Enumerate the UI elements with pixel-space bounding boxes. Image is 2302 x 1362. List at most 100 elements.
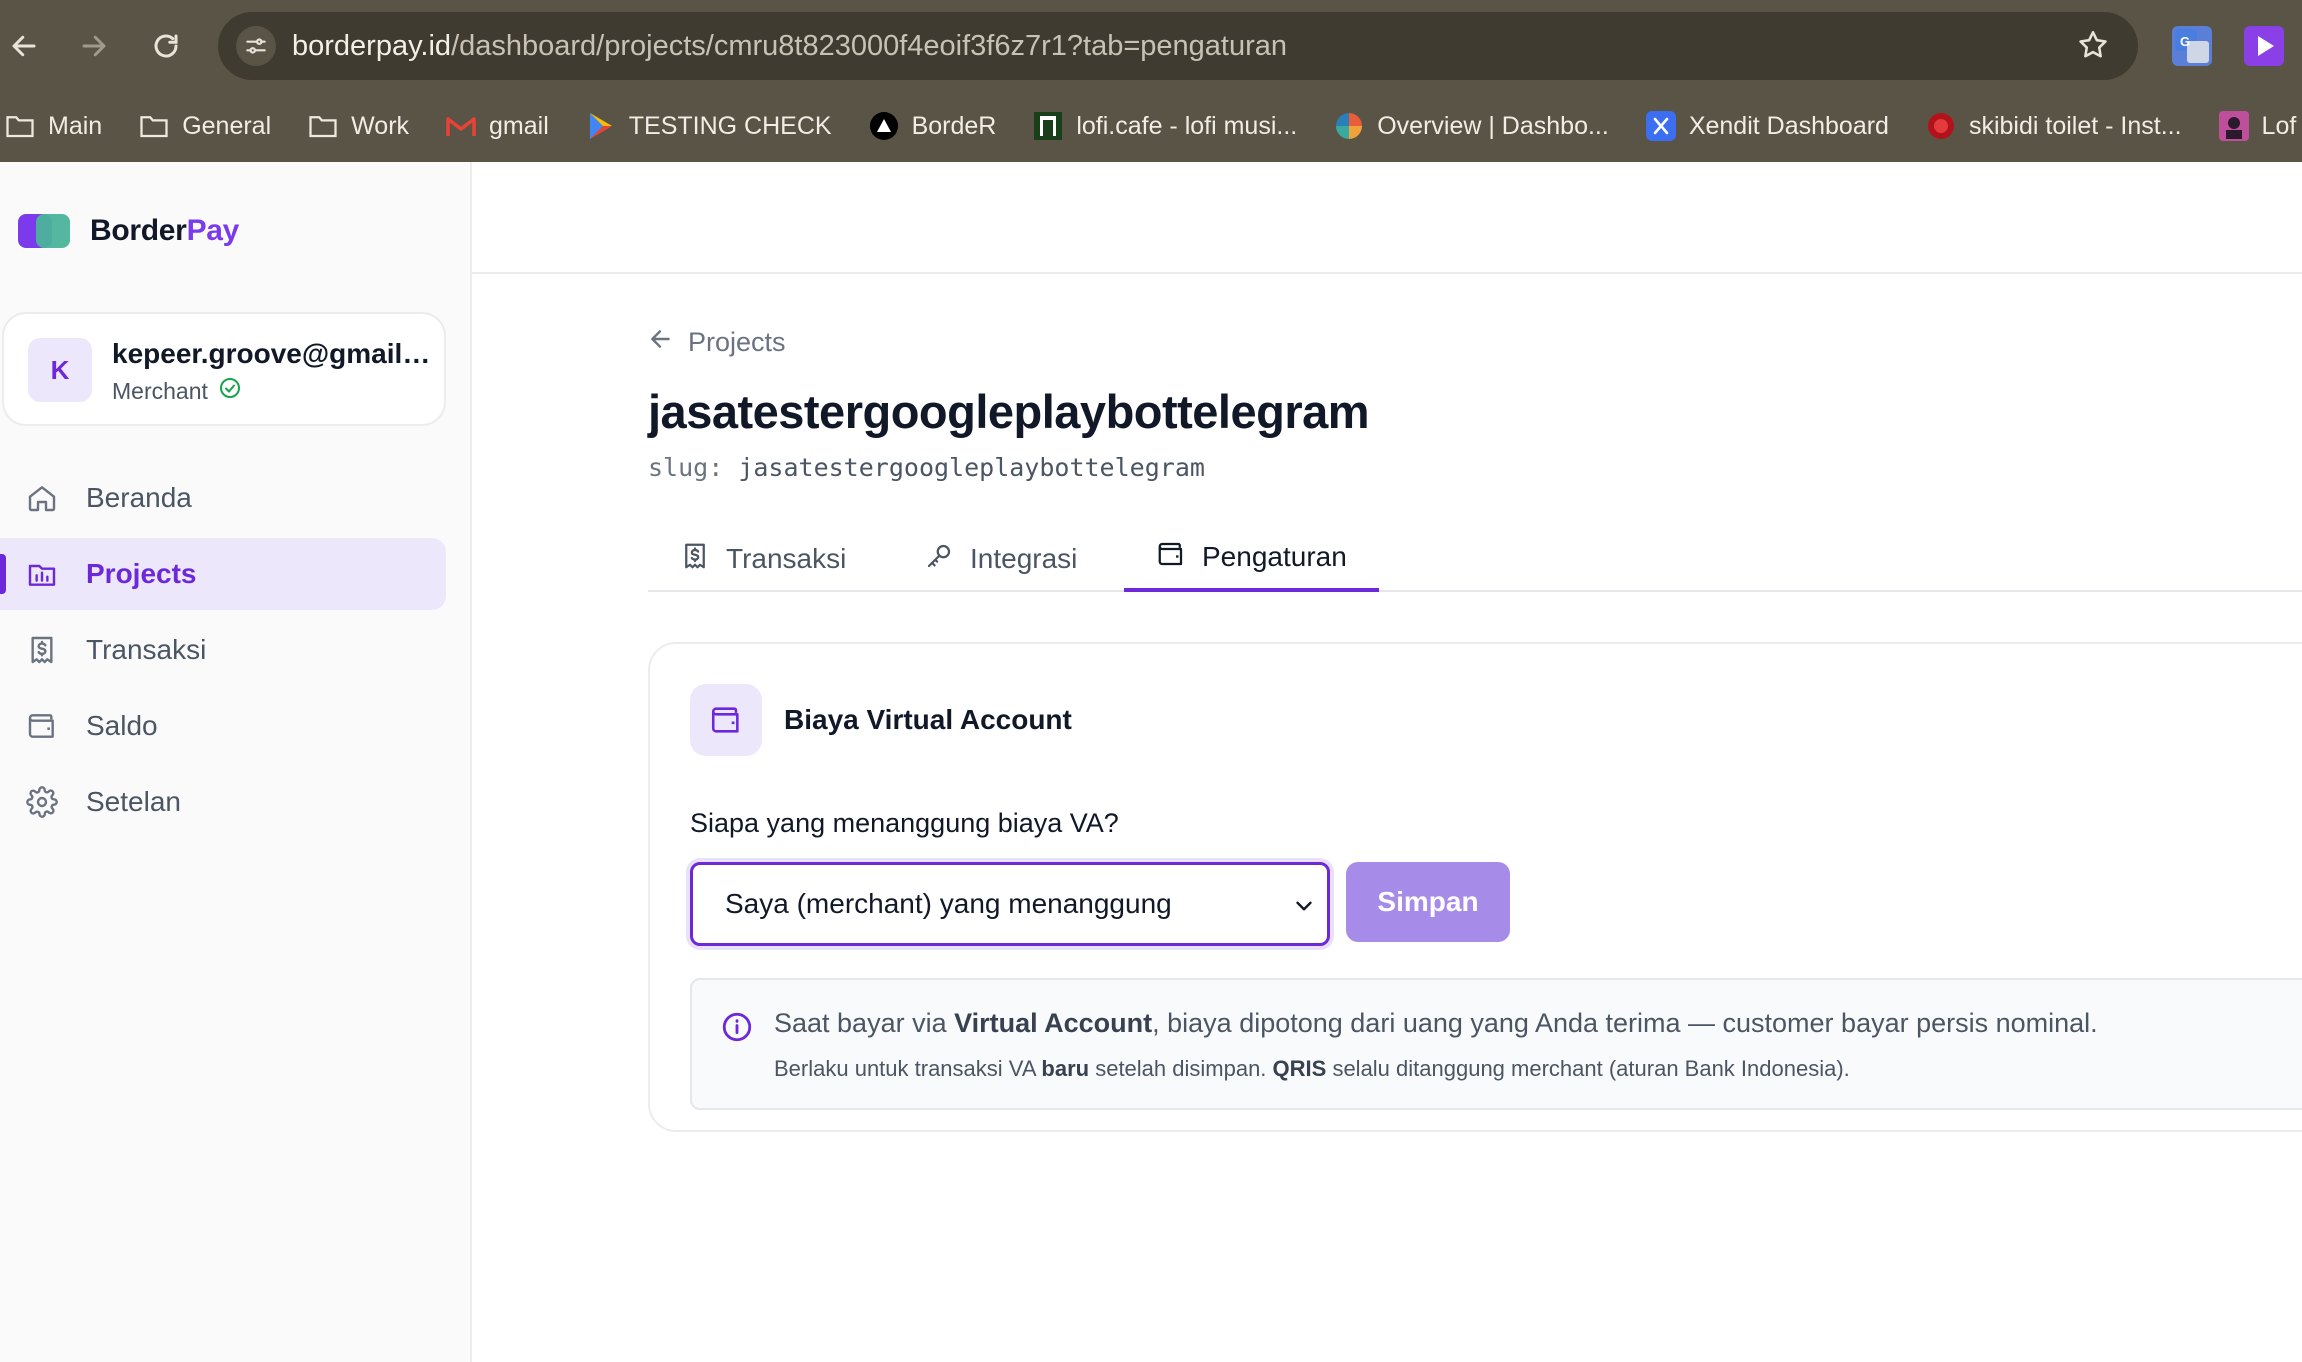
bookmark-label: Overview | Dashbo... [1377, 111, 1609, 140]
sidebar-item-saldo[interactable]: Saldo [0, 690, 446, 762]
project-tabs: Transaksi Integrasi Pengaturan [648, 526, 2302, 592]
back-link-label: Projects [688, 326, 786, 357]
user-card[interactable]: K kepeer.groove@gmail.com Merchant [2, 312, 446, 426]
key-icon [924, 541, 954, 578]
folder-icon [4, 110, 36, 142]
triangle-logo-icon [868, 110, 900, 142]
sidebar-item-label: Setelan [86, 786, 181, 817]
bookmark-item[interactable]: Overview | Dashbo... [1333, 110, 1609, 142]
tab-pengaturan[interactable]: Pengaturan [1124, 526, 1379, 592]
sidebar-item-setelan[interactable]: Setelan [0, 766, 446, 838]
bookmark-label: gmail [489, 111, 549, 140]
bookmark-label: Work [351, 111, 410, 140]
home-icon [24, 480, 60, 516]
save-button[interactable]: Simpan [1346, 862, 1510, 942]
brand-logo[interactable]: BorderPay [18, 214, 239, 248]
translate-extension-icon[interactable]: G [2172, 26, 2212, 66]
fee-bearer-select[interactable]: Saya (merchant) yang menanggung [690, 862, 1330, 946]
bookmark-label: BordeR [911, 111, 997, 140]
sidebar-item-label: Beranda [86, 482, 192, 513]
forward-arrow-icon[interactable] [70, 22, 118, 70]
sidebar-item-label: Projects [86, 558, 197, 589]
bookmark-label: Lof [2261, 111, 2297, 140]
bookmark-item[interactable]: BordeR [868, 110, 997, 142]
sidebar-item-label: Saldo [86, 710, 158, 741]
back-to-projects-link[interactable]: Projects [648, 324, 2302, 360]
bookmark-label: TESTING CHECK [628, 111, 832, 140]
user-role-label: Merchant [112, 377, 208, 404]
sidebar-item-transaksi[interactable]: Transaksi [0, 614, 446, 686]
bookmark-label: lofi.cafe - lofi musi... [1076, 111, 1298, 140]
bookmark-label: Main [48, 111, 103, 140]
wallet-icon [24, 708, 60, 744]
sidebar-item-projects[interactable]: Projects [0, 538, 446, 610]
va-fee-card: Biaya Virtual Account Siapa yang menangg… [648, 642, 2302, 1132]
tab-integrasi[interactable]: Integrasi [892, 526, 1109, 592]
verified-check-icon [218, 376, 242, 406]
gmail-icon [445, 110, 477, 142]
borderpay-logo-icon [18, 214, 70, 248]
fee-bearer-label: Siapa yang menanggung biaya VA? [690, 808, 1119, 838]
bookmark-item[interactable]: gmail [445, 110, 549, 142]
bookmark-label: Xendit Dashboard [1688, 111, 1889, 140]
info-line-2: Berlaku untuk transaksi VA baru setelah … [774, 1056, 1850, 1081]
bookmark-item[interactable]: Work [307, 110, 409, 142]
projects-icon [24, 556, 60, 592]
avatar: K [28, 338, 92, 402]
bookmark-item[interactable]: Lof [2218, 110, 2297, 142]
url-text: borderpay.id/dashboard/projects/cmru8t82… [292, 30, 1288, 62]
tab-label: Integrasi [970, 543, 1078, 574]
bookmark-label: General [182, 111, 272, 140]
page-title: jasatestergoogleplaybottelegram [648, 385, 1370, 438]
bookmark-item[interactable]: General [138, 110, 271, 142]
dashboard-logo-icon [1333, 110, 1365, 142]
info-icon [720, 1010, 754, 1049]
address-bar[interactable]: borderpay.id/dashboard/projects/cmru8t82… [218, 12, 2138, 80]
play-store-icon [585, 110, 617, 142]
sidebar-item-label: Transaksi [86, 634, 207, 665]
lofi-icon [1032, 110, 1064, 142]
browser-chrome: borderpay.id/dashboard/projects/cmru8t82… [0, 0, 2302, 162]
folder-icon [307, 110, 339, 142]
red-circle-icon [1925, 110, 1957, 142]
bookmark-star-icon[interactable] [2076, 28, 2110, 67]
bookmark-label: skibidi toilet - Inst... [1968, 111, 2182, 140]
card-header: Biaya Virtual Account [690, 684, 1072, 756]
sidebar-item-beranda[interactable]: Beranda [0, 462, 446, 534]
app: BorderPay K kepeer.groove@gmail.com Merc… [0, 162, 2302, 1362]
receipt-icon [24, 632, 60, 668]
user-email: kepeer.groove@gmail.com [112, 338, 432, 369]
tab-transaksi[interactable]: Transaksi [648, 526, 878, 592]
sidebar: BorderPay K kepeer.groove@gmail.com Merc… [0, 162, 472, 1362]
receipt-icon [680, 541, 710, 578]
info-box: Saat bayar via Virtual Account, biaya di… [690, 978, 2302, 1110]
wallet-icon [1156, 539, 1186, 576]
back-arrow-icon[interactable] [0, 22, 48, 70]
reload-icon[interactable] [142, 22, 190, 70]
chevron-down-icon [1291, 893, 1317, 926]
tab-label: Pengaturan [1202, 541, 1347, 572]
tab-label: Transaksi [726, 543, 847, 574]
sidebar-menu: Beranda Projects Transaksi Saldo Setelan [0, 462, 446, 842]
user-role: Merchant [112, 376, 242, 406]
bookmark-item[interactable]: TESTING CHECK [585, 110, 832, 142]
bookmarks-bar: Main General Work gmail TESTING CHECK Bo… [0, 104, 2302, 148]
bookmark-item[interactable]: Xendit Dashboard [1645, 110, 1889, 142]
folder-icon [138, 110, 170, 142]
gear-icon [24, 784, 60, 820]
bookmark-item[interactable]: lofi.cafe - lofi musi... [1032, 110, 1297, 142]
brand-name: BorderPay [90, 214, 240, 247]
image-icon [2218, 110, 2250, 142]
project-slug: slug: jasatestergoogleplaybottelegram [648, 453, 1205, 482]
site-settings-icon[interactable] [236, 26, 276, 66]
selected-option: Saya (merchant) yang menanggung [725, 888, 1172, 919]
info-line-1: Saat bayar via Virtual Account, biaya di… [774, 1008, 2098, 1038]
main-content: Projects jasatestergoogleplaybottelegram… [648, 324, 2302, 1132]
bookmark-item[interactable]: Main [4, 110, 102, 142]
bookmark-item[interactable]: skibidi toilet - Inst... [1925, 110, 2182, 142]
media-extension-icon[interactable] [2244, 26, 2284, 66]
arrow-left-icon [648, 326, 674, 359]
svg-text:G: G [2180, 34, 2190, 49]
card-title: Biaya Virtual Account [784, 704, 1072, 735]
top-bar [472, 162, 2302, 274]
